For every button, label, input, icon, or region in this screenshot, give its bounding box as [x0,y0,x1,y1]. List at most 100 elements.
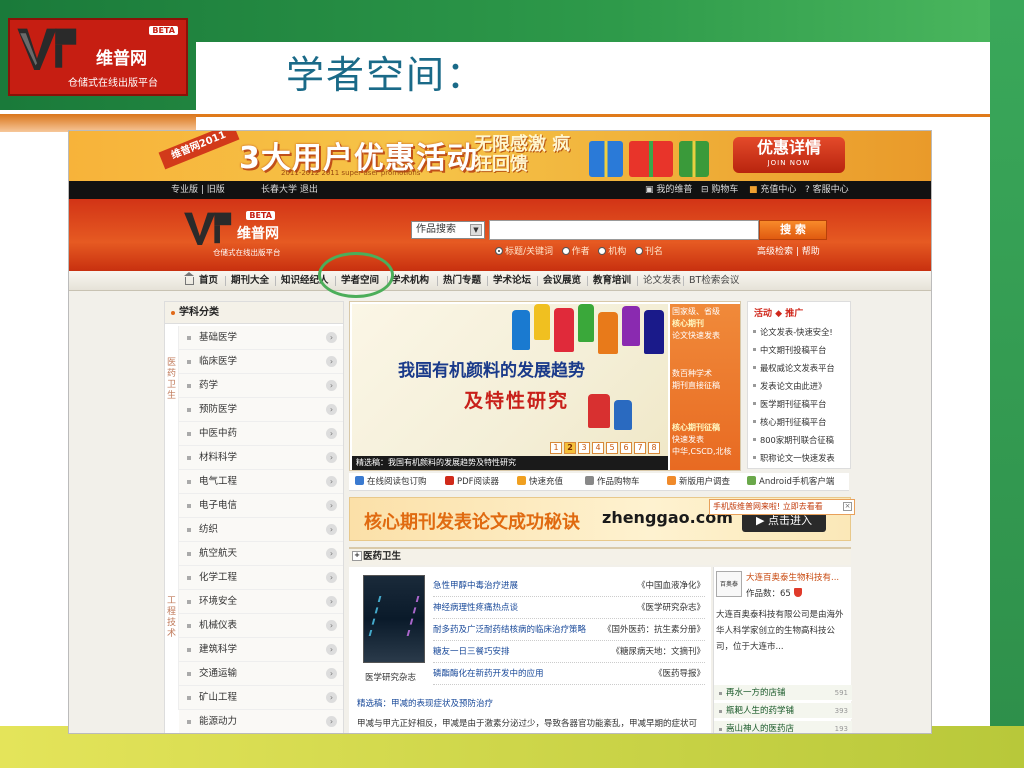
sidebar-item-aerospace[interactable]: 航空航天 › [179,542,343,566]
site-logo[interactable]: BETA 维普网 仓储式在线出版平台 [183,205,293,265]
nav-forum[interactable]: 学术论坛 [493,271,531,291]
promo-details-button[interactable]: 优惠详情 JOIN NOW [733,137,845,173]
promo-link[interactable]: 医学期刊征稿平台 [752,398,826,410]
survey-link[interactable]: 新版用户调查 [667,473,730,491]
article-row[interactable]: 耐多药及广泛耐药结核病的临床治疗策略 《国外医药：抗生素分册》 [433,619,705,641]
advanced-search-links[interactable]: 高级检索 | 帮助 [757,244,820,257]
side-ad-submission[interactable]: 核心期刊征稿 快速发表 中华,CSCD,北核 [672,422,738,458]
article-title[interactable]: 磷酯酶化在新药开发中的应用 [433,663,544,685]
article-source[interactable]: 《医药导报》 [654,663,705,685]
page-dot[interactable]: 3 [578,442,590,454]
sidebar-item-clinical[interactable]: 临床医学 › [179,350,343,374]
sidebar-item-electrical[interactable]: 电气工程 › [179,470,343,494]
article-source[interactable]: 《医学研究杂志》 [637,597,705,619]
sidebar-item-chemical[interactable]: 化学工程 › [179,566,343,590]
shop-row[interactable]: 瓶耙人生的药学铺 393 [714,703,852,719]
promo-link[interactable]: 最权威论文发表平台 [753,362,835,374]
nav-institutions[interactable]: 学术机构 [391,271,429,291]
article-source[interactable]: 《国外医药：抗生素分册》 [603,619,705,641]
nav-hot-topics[interactable]: 热门专题 [443,271,481,291]
sidebar-item-environment[interactable]: 环境安全 › [179,590,343,614]
works-cart-link[interactable]: 作品购物车 [585,473,640,491]
cart-link[interactable]: ⊟ 购物车 [701,181,738,199]
sidebar-item-energy[interactable]: 能源动力 › [179,710,343,733]
sidebar-item-materials[interactable]: 材料科学 › [179,446,343,470]
nav-bt-search[interactable]: BT检索会议 [689,271,739,291]
shop-name[interactable]: 瓶耙人生的药学铺 [718,703,794,719]
search-option-title[interactable]: 标题/关键词 [495,247,553,257]
pdf-reader-link[interactable]: PDF阅读器 [445,473,499,491]
search-option-author[interactable]: 作者 [561,247,590,257]
search-type-select[interactable]: 作品搜索 ▼ [411,221,485,239]
user-info[interactable]: 长春大学 退出 [261,181,318,199]
article-row[interactable]: 神经病理性疼痛热点谈 《医学研究杂志》 [433,597,705,619]
feature-slider[interactable]: 我国有机颜料的发展趋势 及特性研究 12345678 精选稿：我国有机颜料的发展… [349,301,741,471]
sidebar-item-electronics[interactable]: 电子电信 › [179,494,343,518]
close-icon[interactable]: × [843,502,852,511]
shop-name[interactable]: 嵩山神人的医药店 [718,721,794,733]
sidebar-item-architecture[interactable]: 建筑科学 › [179,638,343,662]
article-source[interactable]: 《中国血液净化》 [637,575,705,597]
article-title[interactable]: 耐多药及广泛耐药结核病的临床治疗策略 [433,619,586,641]
promo-link[interactable]: 论文发表-快速安全! [753,326,833,338]
nav-conferences[interactable]: 会议展览 [543,271,581,291]
feature-caption[interactable]: 精选稿：我国有机颜料的发展趋势及特性研究 [352,456,668,470]
search-input[interactable] [489,220,759,240]
service-link[interactable]: ? 客服中心 [805,181,849,199]
nav-journals[interactable]: 期刊大全 [231,271,269,291]
journal-cover-label[interactable]: 医学研究杂志 [365,671,416,683]
page-dot[interactable]: 6 [620,442,632,454]
search-option-journal[interactable]: 刊名 [634,247,663,257]
reader-package-link[interactable]: 在线阅读包订购 [355,473,427,491]
sidebar-item-pharmacy[interactable]: 药学 › [179,374,343,398]
nav-home[interactable]: 首页 [199,271,218,291]
article-row[interactable]: 磷酯酶化在新药开发中的应用 《医药导报》 [433,663,705,685]
section-heading-medical[interactable]: 医药卫生 [349,547,851,565]
shop-row[interactable]: 再水一方的店铺 591 [714,685,852,701]
nav-publish[interactable]: 论文发表 [643,271,681,291]
article-row[interactable]: 急性甲醇中毒治疗进展 《中国血液净化》 [433,575,705,597]
featured-article-link[interactable]: 精选稿：甲减的表现症状及预防治疗 [357,697,493,709]
quick-recharge-link[interactable]: 快速充值 [517,473,563,491]
page-dot[interactable]: 7 [634,442,646,454]
page-dot[interactable]: 4 [592,442,604,454]
sidebar-item-preventive[interactable]: 预防医学 › [179,398,343,422]
company-name[interactable]: 大连百奥泰生物科技有... [746,571,850,583]
mobile-version-tip[interactable]: 手机版维普网来啦! 立即去看看 × [709,499,855,515]
promo-link[interactable]: 职称论文一快速发表 [753,452,835,464]
article-title[interactable]: 糖友一日三餐巧安排 [433,641,510,663]
page-dot[interactable]: 5 [606,442,618,454]
my-vip-link[interactable]: ▣ 我的维普 [645,181,692,199]
page-dot-active[interactable]: 2 [564,442,576,454]
recharge-link[interactable]: ■ 充值中心 [749,181,796,199]
android-client-link[interactable]: Android手机客户端 [747,473,834,491]
search-option-org[interactable]: 机构 [598,247,626,257]
page-dot[interactable]: 8 [648,442,660,454]
side-ad-journals[interactable]: 数百种学术 期刊直接征稿 [672,368,738,392]
shop-name[interactable]: 再水一方的店铺 [719,685,786,701]
version-links[interactable]: 专业版 | 旧版 [171,181,225,199]
sidebar-item-basic-medicine[interactable]: 基础医学 › [179,326,343,350]
search-button[interactable]: 搜 索 [759,220,827,240]
shop-row[interactable]: 嵩山神人的医药店 193 [714,721,852,733]
sidebar-item-transport[interactable]: 交通运输 › [179,662,343,686]
sidebar-item-mining[interactable]: 矿山工程 › [179,686,343,710]
promo-banner[interactable]: 维普网2011 3大用户优惠活动 2011-2012 2011 super us… [69,131,931,181]
sidebar-item-textile[interactable]: 纺织 › [179,518,343,542]
promo-link[interactable]: 中文期刊投稿平台 [752,344,826,356]
company-logo[interactable]: 百奥泰 [716,571,742,597]
sidebar-item-tcm[interactable]: 中医中药 › [179,422,343,446]
sidebar-item-machinery[interactable]: 机械仪表 › [179,614,343,638]
feature-side-ads[interactable]: 国家级、省级 核心期刊 论文快速发表 数百种学术 期刊直接征稿 核心期刊征稿 快… [670,304,740,470]
promo-link[interactable]: 核心期刊征稿平台 [752,416,826,428]
article-source[interactable]: 《糖尿病天地：文摘刊》 [611,641,705,663]
article-title[interactable]: 神经病理性疼痛热点谈 [433,597,518,619]
promo-link[interactable]: 800家期刊联合征稿 [753,434,834,446]
nav-training[interactable]: 教育培训 [593,271,631,291]
journal-cover-image[interactable] [363,575,425,663]
promo-link[interactable]: 发表论文由此进》 [752,380,826,392]
article-row[interactable]: 糖友一日三餐巧安排 《糖尿病天地：文摘刊》 [433,641,705,663]
page-dot[interactable]: 1 [550,442,562,454]
article-title[interactable]: 急性甲醇中毒治疗进展 [433,575,518,597]
side-ad-core[interactable]: 国家级、省级 核心期刊 论文快速发表 [672,306,738,342]
